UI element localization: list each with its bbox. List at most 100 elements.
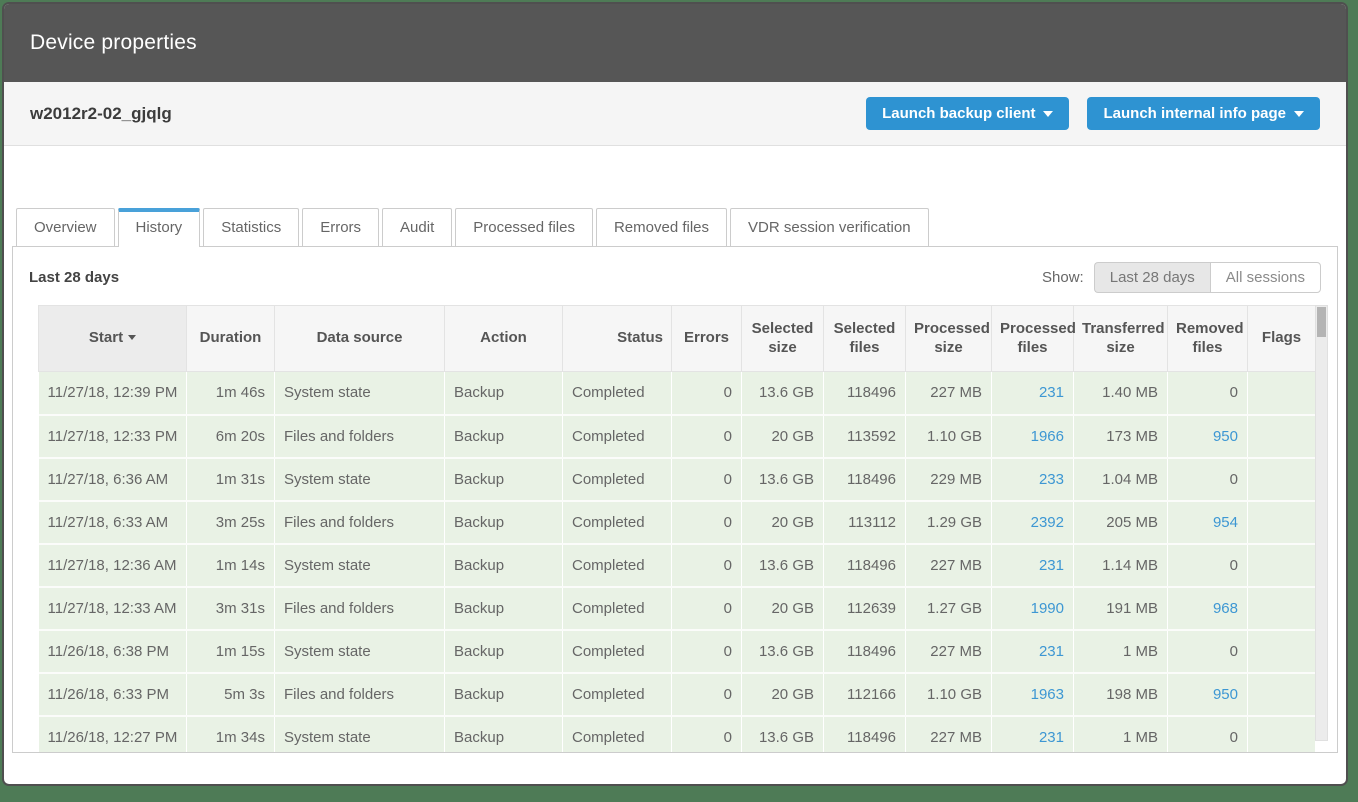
cell-data-source: Files and folders (275, 415, 445, 458)
processed-files-link[interactable]: 1990 (1031, 600, 1064, 617)
tab-vdr-session-verification[interactable]: VDR session verification (730, 208, 929, 247)
cell-errors: 0 (672, 415, 742, 458)
cell-action: Backup (445, 458, 563, 501)
column-header-duration[interactable]: Duration (187, 306, 275, 372)
table-scrollbar[interactable] (1315, 305, 1328, 741)
cell-data-source: System state (275, 544, 445, 587)
cell-selected-files: 118496 (824, 544, 906, 587)
cell-selected-size: 13.6 GB (742, 630, 824, 673)
tab-statistics[interactable]: Statistics (203, 208, 299, 247)
removed-files-link[interactable]: 954 (1213, 514, 1238, 531)
cell-status: Completed (563, 501, 672, 544)
column-header-data-source[interactable]: Data source (275, 306, 445, 372)
cell-start: 11/27/18, 12:39 PM (39, 372, 187, 415)
cell-start: 11/27/18, 12:33 PM (39, 415, 187, 458)
cell-status: Completed (563, 458, 672, 501)
table-row: 11/27/18, 12:33 PM6m 20sFiles and folder… (39, 415, 1316, 458)
table-row: 11/27/18, 12:39 PM1m 46sSystem stateBack… (39, 372, 1316, 415)
cell-start: 11/26/18, 6:33 PM (39, 673, 187, 716)
cell-transferred-size: 173 MB (1074, 415, 1168, 458)
processed-files-link[interactable]: 1966 (1031, 428, 1064, 445)
tab-processed-files[interactable]: Processed files (455, 208, 593, 247)
removed-files-link[interactable]: 968 (1213, 600, 1238, 617)
processed-files-link[interactable]: 231 (1039, 557, 1064, 574)
page-background: { "window": { "title": "Device propertie… (0, 0, 1358, 802)
cell-action: Backup (445, 673, 563, 716)
show-option-all-sessions[interactable]: All sessions (1210, 262, 1321, 293)
processed-files-link[interactable]: 1963 (1031, 686, 1064, 703)
cell-start: 11/27/18, 6:36 AM (39, 458, 187, 501)
cell-flags (1248, 415, 1316, 458)
removed-files-link[interactable]: 950 (1213, 686, 1238, 703)
tab-history[interactable]: History (118, 208, 201, 247)
table-row: 11/26/18, 6:33 PM5m 3sFiles and foldersB… (39, 673, 1316, 716)
column-header-selected-files[interactable]: Selected files (824, 306, 906, 372)
cell-transferred-size: 191 MB (1074, 587, 1168, 630)
processed-files-link[interactable]: 231 (1039, 643, 1064, 660)
column-header-transferred-size[interactable]: Transferred size (1074, 306, 1168, 372)
table-row: 11/27/18, 6:33 AM3m 25sFiles and folders… (39, 501, 1316, 544)
cell-data-source: System state (275, 458, 445, 501)
tab-removed-files[interactable]: Removed files (596, 208, 727, 247)
cell-flags (1248, 630, 1316, 673)
column-header-action[interactable]: Action (445, 306, 563, 372)
column-header-flags[interactable]: Flags (1248, 306, 1316, 372)
column-header-processed-files[interactable]: Processed files (992, 306, 1074, 372)
launch-internal-info-button[interactable]: Launch internal info page (1087, 97, 1320, 130)
cell-errors: 0 (672, 630, 742, 673)
scrollbar-thumb[interactable] (1317, 307, 1326, 337)
cell-selected-files: 112639 (824, 587, 906, 630)
column-header-processed-size[interactable]: Processed size (906, 306, 992, 372)
cell-processed-files: 2392 (992, 501, 1074, 544)
cell-start: 11/27/18, 12:33 AM (39, 587, 187, 630)
device-name: w2012r2-02_gjqlg (30, 104, 172, 124)
cell-selected-size: 20 GB (742, 501, 824, 544)
cell-selected-size: 13.6 GB (742, 458, 824, 501)
column-header-selected-size[interactable]: Selected size (742, 306, 824, 372)
page-behind-modal-right (1350, 0, 1358, 802)
cell-flags (1248, 458, 1316, 501)
cell-selected-size: 20 GB (742, 415, 824, 458)
column-header-removed-files[interactable]: Removed files (1168, 306, 1248, 372)
processed-files-link[interactable]: 231 (1039, 384, 1064, 401)
column-header-label: Start (89, 329, 123, 346)
column-header-errors[interactable]: Errors (672, 306, 742, 372)
column-header-label: Errors (684, 329, 729, 346)
removed-files-link[interactable]: 950 (1213, 428, 1238, 445)
column-header-label: Processed files (1000, 320, 1076, 356)
launch-backup-client-button[interactable]: Launch backup client (866, 97, 1069, 130)
processed-files-link[interactable]: 231 (1039, 729, 1064, 746)
processed-files-link[interactable]: 233 (1039, 471, 1064, 488)
cell-selected-size: 13.6 GB (742, 372, 824, 415)
cell-data-source: System state (275, 630, 445, 673)
cell-duration: 1m 15s (187, 630, 275, 673)
cell-selected-size: 13.6 GB (742, 544, 824, 587)
cell-status: Completed (563, 630, 672, 673)
cell-removed-files: 0 (1168, 544, 1248, 587)
cell-processed-files: 231 (992, 716, 1074, 754)
cell-duration: 6m 20s (187, 415, 275, 458)
cell-data-source: Files and folders (275, 673, 445, 716)
tab-audit[interactable]: Audit (382, 208, 452, 247)
cell-action: Backup (445, 630, 563, 673)
cell-action: Backup (445, 501, 563, 544)
cell-duration: 1m 31s (187, 458, 275, 501)
tab-overview[interactable]: Overview (16, 208, 115, 247)
caret-down-icon (1043, 111, 1053, 117)
cell-processed-files: 231 (992, 372, 1074, 415)
column-header-status[interactable]: Status (563, 306, 672, 372)
show-option-last-28-days[interactable]: Last 28 days (1094, 262, 1210, 293)
cell-transferred-size: 205 MB (1074, 501, 1168, 544)
tab-errors[interactable]: Errors (302, 208, 379, 247)
cell-status: Completed (563, 673, 672, 716)
cell-removed-files: 968 (1168, 587, 1248, 630)
cell-data-source: System state (275, 372, 445, 415)
processed-files-link[interactable]: 2392 (1031, 514, 1064, 531)
cell-selected-size: 20 GB (742, 673, 824, 716)
cell-start: 11/26/18, 12:27 PM (39, 716, 187, 754)
cell-flags (1248, 544, 1316, 587)
sort-desc-icon (128, 335, 136, 340)
cell-start: 11/26/18, 6:38 PM (39, 630, 187, 673)
column-header-start[interactable]: Start (39, 306, 187, 372)
cell-start: 11/27/18, 12:36 AM (39, 544, 187, 587)
